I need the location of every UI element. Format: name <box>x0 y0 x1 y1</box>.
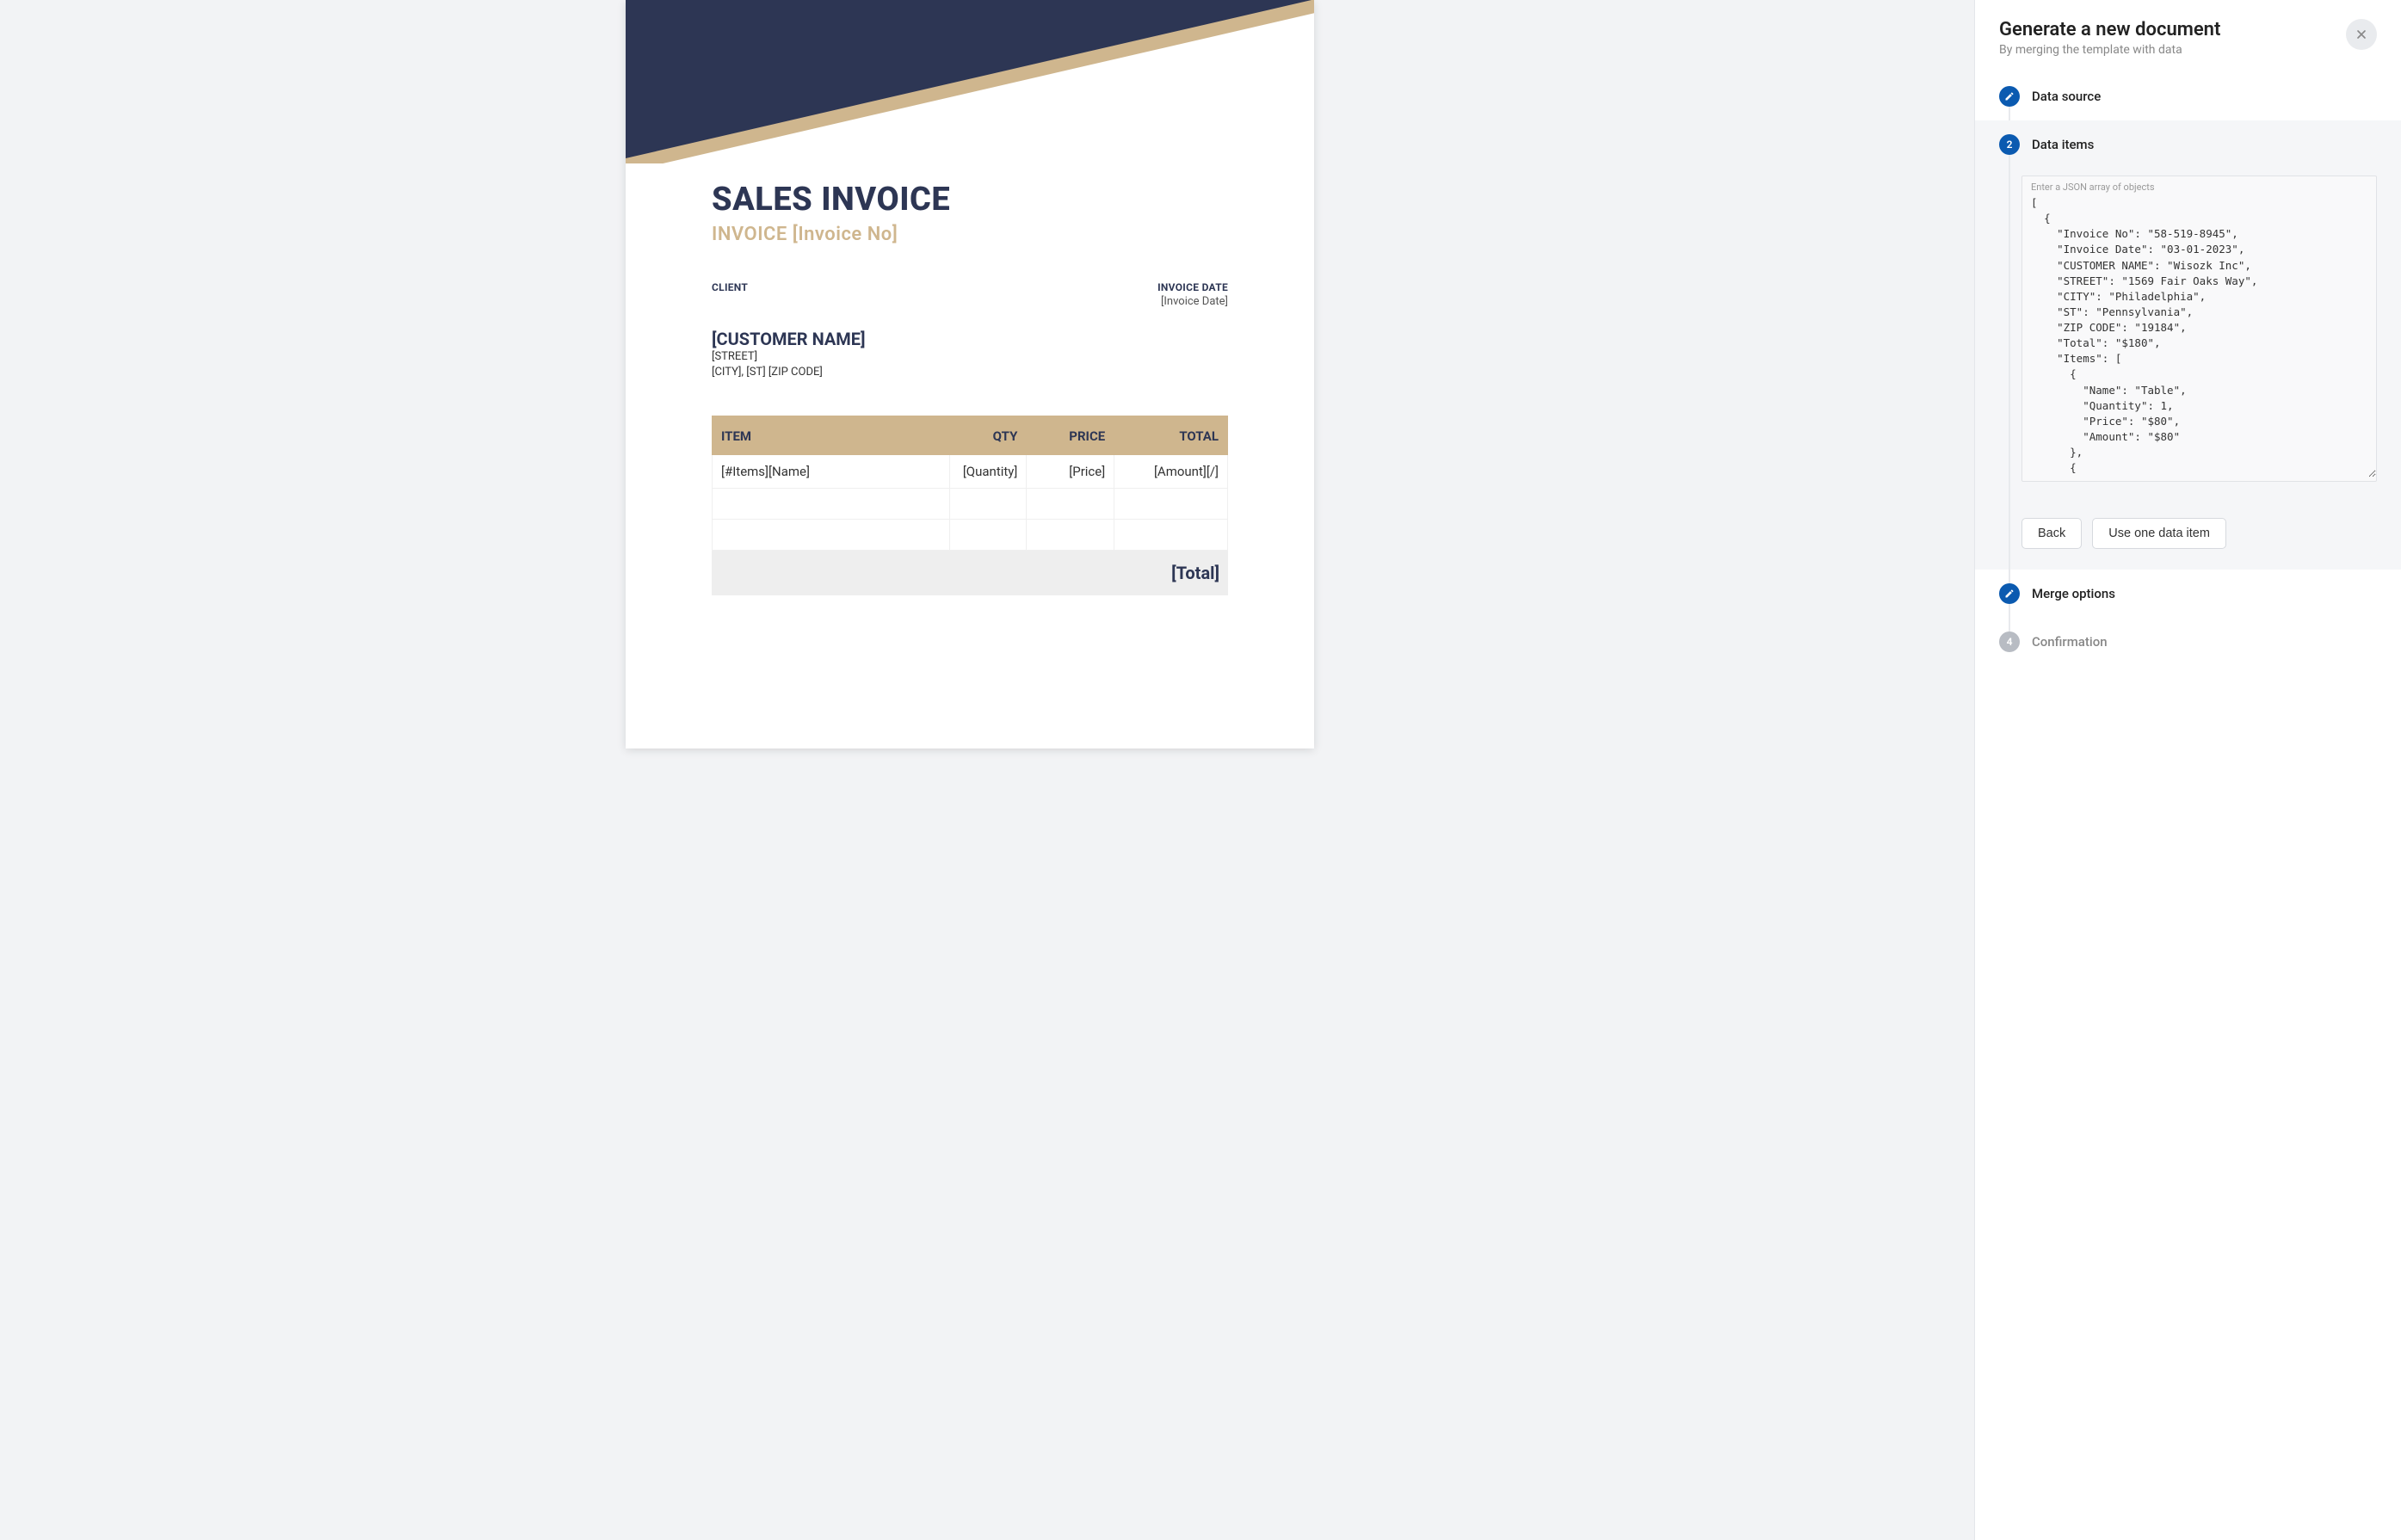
client-label: CLIENT <box>712 281 748 293</box>
panel-subtitle: By merging the template with data <box>1999 43 2220 57</box>
step-data-source[interactable]: Data source <box>1975 72 2401 120</box>
step-merge-options[interactable]: Merge options <box>1975 570 2401 618</box>
col-price: PRICE <box>1027 416 1114 455</box>
json-input-label: Enter a JSON array of objects <box>2031 182 2155 193</box>
panel-title: Generate a new document <box>1999 19 2220 40</box>
cell-qty: [Quantity] <box>949 455 1027 489</box>
step-label: Data source <box>2032 89 2101 104</box>
table-row <box>713 489 1228 520</box>
city-line-placeholder: [CITY], [ST] [ZIP CODE] <box>712 365 1228 380</box>
template-header-graphic <box>626 0 1314 163</box>
json-input[interactable] <box>2022 176 2376 477</box>
step-data-items: 2 Data items Enter a JSON array of objec… <box>1975 120 2401 570</box>
template-title: SALES INVOICE <box>712 181 1228 219</box>
step-marker-done <box>1999 86 2020 107</box>
preview-pane: SALES INVOICE INVOICE [Invoice No] CLIEN… <box>0 0 1974 1540</box>
cell-total: [Amount][/] <box>1114 455 1228 489</box>
step-label: Merge options <box>2032 586 2115 601</box>
col-item: ITEM <box>713 416 950 455</box>
close-icon <box>2355 28 2368 41</box>
generate-document-panel: Generate a new document By merging the t… <box>1974 0 2401 1540</box>
invoice-date-label: INVOICE DATE <box>1157 281 1228 293</box>
cell-item: [#Items][Name] <box>713 455 950 489</box>
total-row: [Total] <box>712 551 1228 595</box>
col-total: TOTAL <box>1114 416 1228 455</box>
step-marker-pending: 4 <box>1999 631 2020 652</box>
total-placeholder: [Total] <box>1171 563 1219 583</box>
invoice-date-placeholder: [Invoice Date] <box>1157 295 1228 308</box>
invoice-items-table: ITEM QTY PRICE TOTAL [#Items][Name] [Qua… <box>712 416 1228 551</box>
step-marker <box>1999 583 2020 604</box>
json-input-container: Enter a JSON array of objects <box>2021 176 2377 482</box>
step-label: Data items <box>2032 137 2094 152</box>
template-subtitle: INVOICE [Invoice No] <box>712 224 1228 245</box>
invoice-template-preview: SALES INVOICE INVOICE [Invoice No] CLIEN… <box>626 0 1314 748</box>
cell-price: [Price] <box>1027 455 1114 489</box>
step-label: Confirmation <box>2032 634 2108 650</box>
col-qty: QTY <box>949 416 1027 455</box>
table-row: [#Items][Name] [Quantity] [Price] [Amoun… <box>713 455 1228 489</box>
step-confirmation[interactable]: 4 Confirmation <box>1975 618 2401 666</box>
customer-name-placeholder: [CUSTOMER NAME] <box>712 329 1228 349</box>
street-placeholder: [STREET] <box>712 349 1228 365</box>
panel-header: Generate a new document By merging the t… <box>1975 0 2401 72</box>
use-one-data-item-button[interactable]: Use one data item <box>2092 518 2226 549</box>
back-button[interactable]: Back <box>2021 518 2082 549</box>
close-button[interactable] <box>2346 19 2377 50</box>
pencil-icon <box>2004 91 2015 102</box>
step-marker-current: 2 <box>1999 134 2020 155</box>
pencil-icon <box>2004 588 2015 599</box>
table-row <box>713 520 1228 551</box>
